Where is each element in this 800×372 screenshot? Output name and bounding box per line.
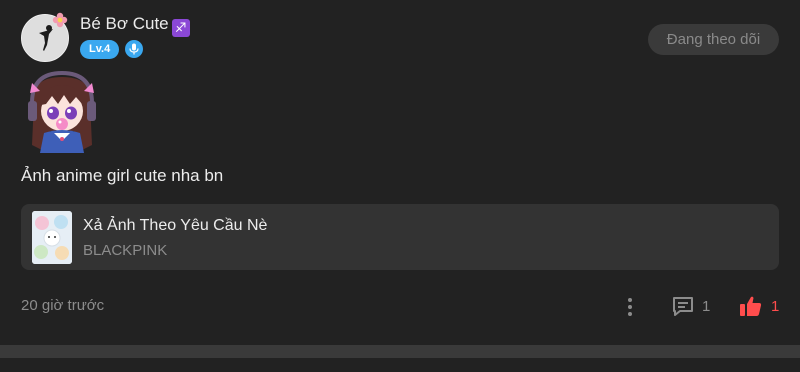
comment-button[interactable]: 1 (671, 292, 710, 320)
sagittarius-icon: ♐ (171, 19, 190, 37)
music-card[interactable]: Xả Ảnh Theo Yêu Cầu Nè BLACKPINK (21, 204, 779, 270)
level-badge: Lv.4 (80, 40, 120, 59)
comment-icon (673, 297, 693, 316)
section-divider (0, 345, 800, 358)
more-options-button[interactable] (620, 294, 640, 320)
like-button[interactable]: 1 (739, 292, 779, 320)
username[interactable]: Bé Bơ Cute ♐ (80, 13, 190, 37)
music-title: Xả Ảnh Theo Yêu Cầu Nè (83, 217, 268, 234)
like-count: 1 (771, 297, 780, 315)
comment-count: 1 (702, 297, 711, 315)
music-artist: BLACKPINK (83, 242, 168, 259)
post-caption: Ảnh anime girl cute nha bn (21, 166, 224, 185)
username-text[interactable]: Bé Bơ Cute (80, 14, 169, 33)
thumbs-up-icon (740, 296, 762, 316)
flower-icon (52, 12, 68, 28)
post-timestamp: 20 giờ trước (21, 297, 105, 314)
album-thumbnail (32, 211, 72, 264)
more-vertical-icon (628, 298, 632, 302)
microphone-icon (125, 40, 143, 58)
following-button[interactable]: Đang theo dõi (648, 24, 779, 55)
anime-girl-sticker[interactable] (24, 71, 100, 153)
